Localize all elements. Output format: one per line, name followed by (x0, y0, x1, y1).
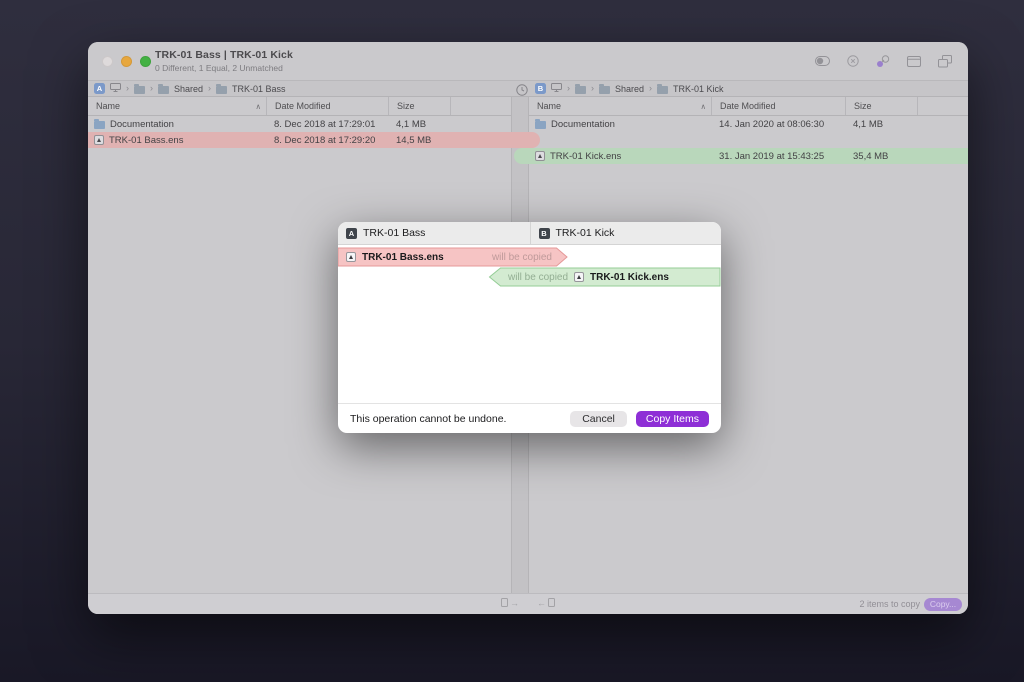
breadcrumb-current-folder[interactable]: TRK-01 Bass (232, 84, 286, 94)
file-date: 8. Dec 2018 at 17:29:20 (266, 135, 388, 146)
folder-icon (535, 121, 546, 129)
copy-right-icon[interactable]: → (501, 598, 519, 608)
column-name[interactable]: Name ∧ (88, 97, 266, 115)
copy-item-row-bass[interactable]: TRK-01 Bass.ens will be copied (338, 247, 568, 267)
file-name: TRK-01 Bass.ens (109, 135, 183, 146)
copy-folders-icon[interactable] (938, 55, 952, 68)
sort-ascending-icon: ∧ (256, 102, 262, 111)
items-to-copy-count: 2 items to copy (859, 599, 920, 609)
copy-items-button[interactable]: Copy Items (636, 411, 709, 427)
status-bar: → ← 2 items to copy Copy... (88, 593, 968, 614)
titlebar: TRK-01 Bass | TRK-01 Kick 0 Different, 1… (88, 42, 968, 80)
file-date: 31. Jan 2019 at 15:43:25 (711, 151, 845, 162)
dialog-column-b: B TRK-01 Kick (530, 222, 722, 244)
breadcrumb-right: B › › Shared › TRK-01 Kick (535, 83, 724, 94)
column-size[interactable]: Size (845, 97, 917, 115)
file-list: Documentation 14. Jan 2020 at 08:06:30 4… (529, 116, 968, 164)
folder-icon[interactable] (575, 86, 586, 94)
folder-icon[interactable] (657, 86, 668, 94)
file-list: Documentation 8. Dec 2018 at 17:29:01 4,… (88, 116, 511, 148)
copy-item-filename: TRK-01 Bass.ens (362, 252, 444, 263)
side-a-badge: A (346, 228, 357, 239)
close-button[interactable] (102, 56, 113, 67)
column-date-modified[interactable]: Date Modified (711, 97, 845, 115)
file-row-bass-ens[interactable]: TRK-01 Bass.ens 8. Dec 2018 at 17:29:20 … (88, 132, 511, 148)
link-icon[interactable] (876, 55, 890, 68)
x-circle-icon[interactable] (847, 55, 859, 67)
dialog-column-a: A TRK-01 Bass (338, 222, 530, 244)
column-name[interactable]: Name ∧ (529, 97, 711, 115)
dialog-column-a-label: TRK-01 Bass (363, 227, 425, 239)
copy-item-status: will be copied (492, 247, 552, 267)
zoom-button[interactable] (140, 56, 151, 67)
chevron-separator: › (126, 84, 129, 93)
copy-confirmation-dialog: A TRK-01 Bass B TRK-01 Kick TRK-01 Bass.… (338, 222, 721, 433)
file-size: 4,1 MB (388, 119, 450, 130)
file-row-spacer (529, 132, 968, 148)
copy-item-filename: TRK-01 Kick.ens (590, 272, 669, 283)
side-b-badge: B (535, 83, 546, 94)
window-title: TRK-01 Bass | TRK-01 Kick (155, 49, 293, 61)
file-date: 8. Dec 2018 at 17:29:01 (266, 119, 388, 130)
chevron-separator: › (150, 84, 153, 93)
copy-left-icon[interactable]: ← (537, 598, 555, 608)
folder-icon (94, 121, 105, 129)
ens-file-icon (346, 252, 356, 262)
chevron-separator: › (208, 84, 211, 93)
file-row-documentation[interactable]: Documentation 8. Dec 2018 at 17:29:01 4,… (88, 116, 511, 132)
cancel-button[interactable]: Cancel (570, 411, 627, 427)
dialog-column-b-label: TRK-01 Kick (556, 227, 615, 239)
column-spacer (450, 97, 511, 115)
file-date: 14. Jan 2020 at 08:06:30 (711, 119, 845, 130)
sort-ascending-icon: ∧ (701, 102, 707, 111)
toolbar (815, 54, 952, 68)
breadcrumb-left: A › › Shared › TRK-01 Bass (94, 83, 286, 94)
column-date-modified[interactable]: Date Modified (266, 97, 388, 115)
folder-icon[interactable] (216, 86, 227, 94)
dialog-header: A TRK-01 Bass B TRK-01 Kick (338, 222, 721, 245)
ens-file-icon (535, 151, 545, 161)
traffic-lights (102, 56, 151, 67)
comparison-summary: 0 Different, 1 Equal, 2 Unmatched (155, 63, 293, 73)
ens-file-icon (574, 272, 584, 282)
minimize-button[interactable] (121, 56, 132, 67)
file-size: 35,4 MB (845, 151, 917, 162)
folder-icon[interactable] (158, 86, 169, 94)
list-header: Name ∧ Date Modified Size (529, 97, 968, 116)
breadcrumb-shared[interactable]: Shared (615, 84, 644, 94)
path-bars: A › › Shared › TRK-01 Bass B › › Share (88, 80, 968, 97)
undo-warning-text: This operation cannot be undone. (350, 413, 506, 425)
copy-direction-controls: → ← (501, 598, 555, 608)
side-b-badge: B (539, 228, 550, 239)
side-a-badge: A (94, 83, 105, 94)
folder-icon[interactable] (134, 86, 145, 94)
dialog-buttons: Cancel Copy Items (570, 411, 709, 427)
computer-icon[interactable] (110, 83, 121, 94)
file-size: 14,5 MB (388, 135, 450, 146)
breadcrumb-current-folder[interactable]: TRK-01 Kick (673, 84, 724, 94)
file-name: Documentation (110, 119, 174, 130)
copy-button[interactable]: Copy... (924, 598, 962, 611)
file-row-kick-ens[interactable]: TRK-01 Kick.ens 31. Jan 2019 at 15:43:25… (529, 148, 968, 164)
column-spacer (917, 97, 968, 115)
file-name: Documentation (551, 119, 615, 130)
toggle-icon[interactable] (815, 56, 830, 66)
window-icon[interactable] (907, 56, 921, 67)
chevron-separator: › (649, 84, 652, 93)
copy-item-row-kick[interactable]: will be copied TRK-01 Kick.ens (488, 267, 721, 287)
chevron-separator: › (591, 84, 594, 93)
file-name: TRK-01 Kick.ens (550, 151, 621, 162)
column-size[interactable]: Size (388, 97, 450, 115)
file-size: 4,1 MB (845, 119, 917, 130)
dialog-footer: This operation cannot be undone. Cancel … (338, 403, 721, 433)
folder-icon[interactable] (599, 86, 610, 94)
computer-icon[interactable] (551, 83, 562, 94)
ens-file-icon (94, 135, 104, 145)
title-block: TRK-01 Bass | TRK-01 Kick 0 Different, 1… (155, 49, 293, 73)
copy-item-status: will be copied (508, 267, 568, 287)
breadcrumb-shared[interactable]: Shared (174, 84, 203, 94)
file-row-documentation[interactable]: Documentation 14. Jan 2020 at 08:06:30 4… (529, 116, 968, 132)
chevron-separator: › (567, 84, 570, 93)
list-header: Name ∧ Date Modified Size (88, 97, 511, 116)
